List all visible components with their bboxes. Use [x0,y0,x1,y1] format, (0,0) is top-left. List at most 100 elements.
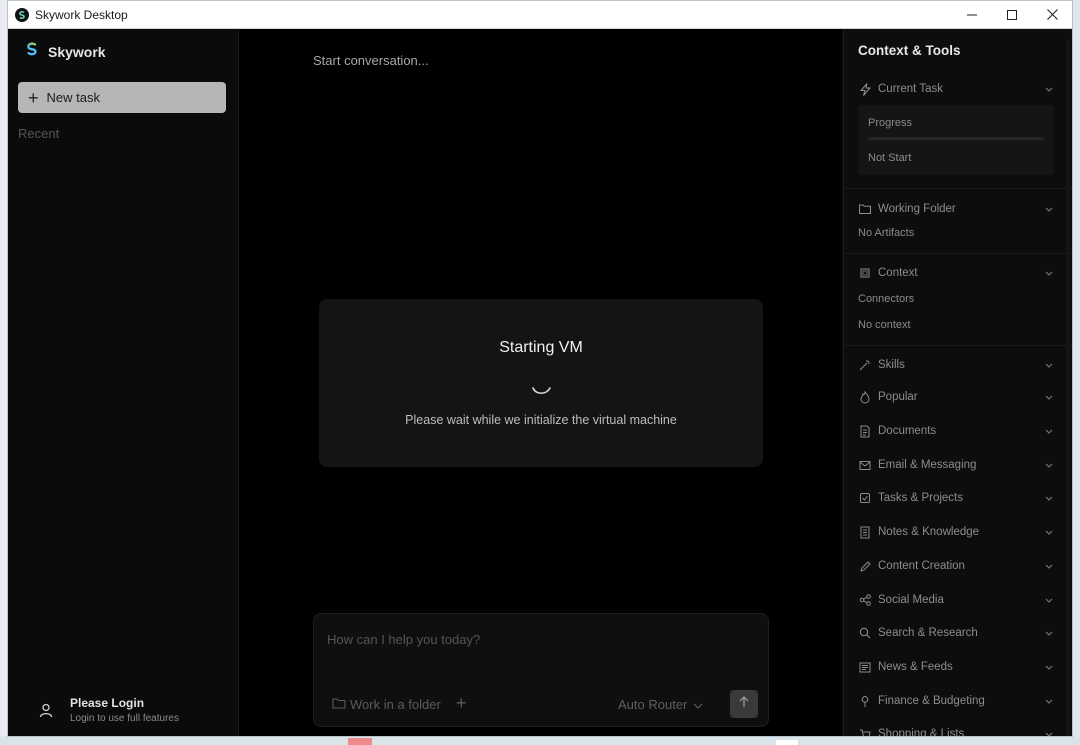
pen-icon [858,559,872,573]
chevron-down-icon [1044,360,1054,370]
app-logo-icon [15,7,29,22]
skill-category-shopping-lists[interactable]: Shopping & Lists [858,727,1054,737]
flame-icon [858,390,872,404]
cart-icon [858,727,872,736]
taskbar-strip [0,736,1080,745]
context-section[interactable]: Context [858,266,1054,280]
chevron-down-icon [1044,561,1054,571]
brand: Skywork [24,41,106,62]
message-composer: How can I help you today? Work in a fold… [313,613,769,727]
plus-icon: + [28,87,39,108]
skill-category-label: Shopping & Lists [878,728,965,737]
main-panel: Start conversation... Starting VM Please… [239,29,842,736]
taskbar-item[interactable] [776,740,798,745]
skill-category-label: Tasks & Projects [878,492,963,504]
lightning-icon [858,82,872,96]
panel-title: Context & Tools [858,43,961,58]
skill-category-skills[interactable]: Skills [858,358,1054,372]
context-tools-panel: Context & Tools Current Task Progress No… [843,29,1072,736]
no-artifacts-text: No Artifacts [858,227,915,239]
chevron-down-icon [1044,696,1054,706]
skill-category-label: Popular [878,391,918,403]
newspaper-icon [858,660,872,674]
skill-category-label: Documents [878,425,937,437]
skill-category-label: Finance & Budgeting [878,695,985,707]
chevron-down-icon [1044,628,1054,638]
skill-category-email-messaging[interactable]: Email & Messaging [858,458,1054,472]
maximize-button[interactable] [992,1,1032,28]
current-task-section[interactable]: Current Task [858,82,1054,96]
model-router-select[interactable]: Auto Router [618,697,703,712]
current-task-label: Current Task [878,83,943,95]
chevron-down-icon [1044,426,1054,436]
chevron-down-icon [1044,460,1054,470]
task-status: Not Start [868,152,912,164]
work-in-folder-label: Work in a folder [350,697,441,712]
chevron-down-icon [1044,204,1054,214]
share-icon [858,593,872,607]
send-button[interactable] [730,690,758,718]
divider [844,253,1072,254]
add-attachment-button[interactable]: + [456,693,467,714]
skill-category-content-creation[interactable]: Content Creation [858,559,1054,573]
conversation-title: Start conversation... [313,53,429,68]
chip-icon [858,266,872,280]
minimize-button[interactable] [952,1,992,28]
chevron-down-icon [1044,527,1054,537]
chevron-down-icon [1044,729,1054,736]
skywork-logo-icon [24,41,40,62]
user-icon [32,696,60,724]
chevron-down-icon [1044,493,1054,503]
title-bar: Skywork Desktop [8,1,1072,29]
work-in-folder-button[interactable]: Work in a folder [332,697,441,712]
login-area[interactable]: Please Login Login to use full features [32,696,179,724]
chevron-down-icon [1044,268,1054,278]
vm-status-title: Starting VM [499,339,583,356]
working-folder-section[interactable]: Working Folder [858,202,1054,216]
brand-name: Skywork [48,43,106,60]
skill-category-search-research[interactable]: Search & Research [858,626,1054,640]
close-button[interactable] [1032,1,1072,28]
progress-label: Progress [868,117,913,129]
message-input[interactable]: How can I help you today? [327,632,480,647]
skill-category-tasks-projects[interactable]: Tasks & Projects [858,491,1054,505]
notebook-icon [858,525,872,539]
checkbox-icon [858,491,872,505]
connectors-label[interactable]: Connectors [858,293,914,305]
mail-icon [858,458,872,472]
new-task-button[interactable]: + New task [18,82,226,113]
folder-icon [332,697,346,712]
vm-status-subtitle: Please wait while we initialize the virt… [405,413,677,427]
skill-category-label: Skills [878,359,905,371]
window-title: Skywork Desktop [35,7,128,22]
chevron-down-icon [1044,392,1054,402]
divider [844,188,1072,189]
recent-heading: Recent [18,126,60,141]
skill-category-label: Social Media [878,594,944,606]
skill-category-popular[interactable]: Popular [858,390,1054,404]
login-subtitle: Login to use full features [70,713,179,724]
folder-icon [858,202,872,216]
router-label: Auto Router [618,697,688,712]
skill-category-finance-budgeting[interactable]: Finance & Budgeting [858,694,1054,708]
skill-category-social-media[interactable]: Social Media [858,593,1054,607]
new-task-label: New task [46,90,100,105]
chevron-down-icon [1044,662,1054,672]
magic-wand-icon [858,358,872,372]
chevron-down-icon [1044,595,1054,605]
skill-category-label: Search & Research [878,627,978,639]
skill-category-label: Notes & Knowledge [878,526,980,538]
scrollbar[interactable] [1066,39,1070,736]
arrow-up-icon [739,695,749,713]
pin-icon [858,694,872,708]
skill-category-documents[interactable]: Documents [858,424,1054,438]
skill-category-notes-knowledge[interactable]: Notes & Knowledge [858,525,1054,539]
context-label: Context [878,267,918,279]
skill-category-label: Email & Messaging [878,459,977,471]
skill-category-news-feeds[interactable]: News & Feeds [858,660,1054,674]
app-window: Skywork Desktop Skywork + New task Recen… [7,0,1073,737]
search-icon [858,626,872,640]
chevron-down-icon [1044,84,1054,94]
chevron-down-icon [693,697,703,712]
taskbar-item[interactable] [348,738,372,745]
